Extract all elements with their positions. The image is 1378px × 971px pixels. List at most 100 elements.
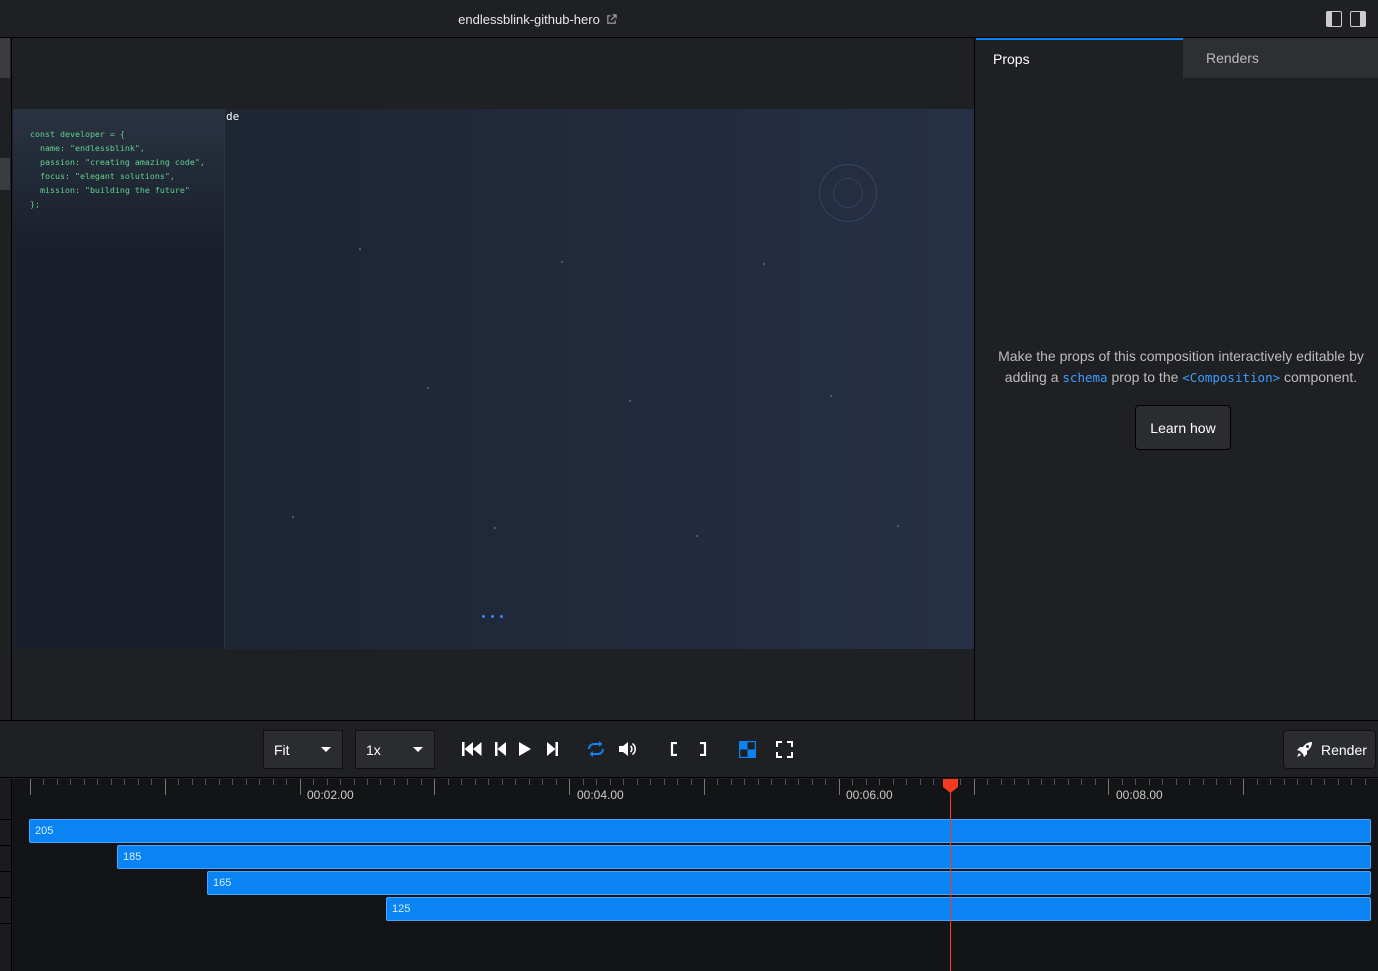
ruler-tick	[137, 779, 139, 785]
ruler-tick	[1270, 779, 1272, 785]
ruler-tick	[677, 779, 679, 785]
out-point-icon[interactable]	[697, 738, 709, 760]
ruler-tick	[811, 779, 813, 785]
ruler-tick	[83, 779, 85, 785]
tab-renders[interactable]: Renders	[1183, 38, 1378, 78]
overlay-text: de	[226, 110, 240, 123]
tab-props[interactable]: Props	[976, 38, 1183, 78]
video-preview[interactable]: const developer = { name: "endlessblink"…	[13, 109, 974, 649]
ruler-tick	[1324, 779, 1326, 785]
star-dot	[830, 395, 832, 397]
code-snippet: const developer = { name: "endlessblink"…	[30, 129, 205, 209]
sequence-track[interactable]: 165	[207, 871, 1371, 895]
composition-title-link[interactable]: endlessblink-github-hero	[0, 0, 1075, 38]
playhead-handle-icon[interactable]	[943, 779, 958, 793]
star-dot	[897, 525, 899, 527]
ruler-tick	[313, 779, 315, 785]
zoom-select[interactable]: Fit	[263, 730, 343, 769]
render-button-label: Render	[1321, 741, 1367, 758]
toggle-left-sidebar-icon[interactable]	[1326, 11, 1342, 27]
canvas-area: const developer = { name: "endlessblink"…	[12, 38, 975, 720]
ruler-tick	[555, 779, 557, 785]
ruler-tick	[367, 779, 368, 785]
loading-dots	[482, 615, 503, 618]
ruler-tick	[1216, 779, 1218, 785]
ruler-tick	[879, 779, 881, 785]
ruler-tick	[205, 779, 207, 785]
ruler-tick	[825, 779, 827, 785]
ruler-tick	[987, 779, 989, 785]
speed-select[interactable]: 1x	[355, 730, 435, 769]
sequence-track[interactable]: 205	[29, 819, 1371, 843]
ruler-tick	[286, 779, 288, 785]
timeline-ruler[interactable]: 00:02.00 00:04.00 00:06.00 00:08.00	[12, 779, 1378, 814]
ruler-tick	[178, 779, 180, 785]
chevron-down-icon	[321, 747, 331, 752]
timeline-left-gutter	[0, 779, 12, 971]
ruler-tick	[757, 779, 759, 785]
message-text: prop to the	[1107, 369, 1183, 385]
schema-code: schema	[1062, 370, 1108, 385]
ruler-tick	[43, 779, 45, 785]
ruler-tick	[393, 779, 395, 785]
learn-how-button[interactable]: Learn how	[1135, 405, 1231, 450]
ruler-tick	[326, 779, 328, 785]
render-button[interactable]: Render	[1283, 730, 1376, 769]
ruler-tick	[542, 779, 544, 785]
step-forward-icon[interactable]	[545, 738, 559, 760]
ruler-tick	[609, 779, 611, 785]
star-dot	[494, 527, 496, 529]
ruler-tick	[730, 779, 732, 785]
ruler-tick	[1175, 779, 1177, 785]
zoom-select-value: Fit	[274, 741, 290, 758]
right-panel: Props Renders Make the props of this com…	[976, 38, 1378, 720]
ruler-tick	[771, 779, 773, 785]
ruler-tick	[690, 779, 692, 785]
loop-icon[interactable]	[585, 738, 607, 760]
timeline[interactable]: 00:02.00 00:04.00 00:06.00 00:08.00 205 …	[0, 779, 1378, 971]
composition-title[interactable]: endlessblink-github-hero	[458, 12, 600, 27]
sequence-track[interactable]: 125	[386, 897, 1371, 921]
sequence-track[interactable]: 185	[117, 845, 1371, 869]
checkerboard-toggle-icon[interactable]	[737, 738, 757, 760]
ruler-tick	[892, 779, 894, 785]
ruler-tick	[340, 779, 342, 785]
ruler-tick	[569, 779, 571, 795]
playhead-line[interactable]	[950, 779, 951, 971]
ruler-tick	[1243, 779, 1245, 795]
ruler-tick	[1297, 779, 1299, 785]
ruler-tick	[232, 779, 234, 785]
ruler-tick	[353, 779, 355, 785]
play-icon[interactable]	[518, 738, 532, 760]
ruler-tick	[1121, 779, 1123, 785]
ruler-tick	[124, 779, 126, 785]
ruler-tick	[501, 779, 503, 785]
left-sidebar-collapsed[interactable]	[0, 38, 12, 720]
external-link-icon[interactable]	[606, 13, 617, 25]
left-sidebar-segment	[0, 158, 10, 190]
ruler-tick	[636, 779, 638, 785]
toggle-right-sidebar-icon[interactable]	[1350, 11, 1366, 27]
ruler-tick	[960, 779, 962, 785]
star-dot	[629, 400, 631, 402]
volume-icon[interactable]	[618, 738, 638, 760]
time-label: 00:04.00	[577, 788, 624, 802]
ruler-tick	[1000, 779, 1002, 785]
ruler-tick	[1202, 779, 1204, 785]
ruler-tick	[973, 779, 975, 795]
ruler-tick	[1081, 779, 1083, 785]
star-dot	[561, 261, 563, 263]
in-point-icon[interactable]	[668, 738, 680, 760]
ruler-tick	[596, 779, 598, 785]
time-label: 00:06.00	[846, 788, 893, 802]
jump-to-start-icon[interactable]	[461, 738, 483, 760]
ruler-tick	[582, 779, 584, 785]
ruler-tick	[97, 779, 99, 785]
ruler-tick	[272, 779, 274, 785]
step-back-icon[interactable]	[493, 738, 507, 760]
fullscreen-icon[interactable]	[774, 738, 794, 760]
ruler-tick	[717, 779, 719, 785]
star-dot	[763, 263, 765, 265]
ruler-tick	[1041, 779, 1042, 785]
ruler-tick	[528, 779, 530, 785]
